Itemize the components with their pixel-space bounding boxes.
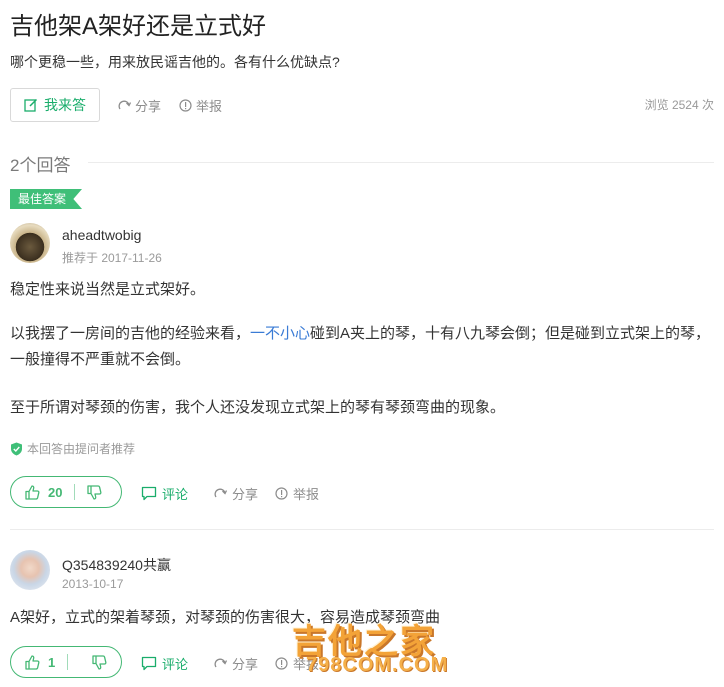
answer-count: 2个回答 bbox=[10, 156, 71, 175]
comment-button[interactable]: 评论 bbox=[141, 484, 188, 503]
upvote-count: 20 bbox=[48, 484, 63, 500]
comment-label: 评论 bbox=[162, 657, 189, 672]
answer-button-label: 我来答 bbox=[44, 97, 86, 113]
watermark-url: 798COM.COM bbox=[306, 654, 449, 676]
answer-username[interactable]: Q354839240共赢 bbox=[62, 555, 171, 575]
share-label: 分享 bbox=[135, 99, 162, 114]
share-label: 分享 bbox=[232, 657, 259, 672]
avatar[interactable] bbox=[10, 223, 50, 263]
recommend-note: 本回答由提问者推荐 bbox=[10, 440, 135, 457]
thumbs-down-icon bbox=[87, 484, 102, 500]
report-icon bbox=[179, 99, 192, 112]
answer-paragraph: 至于所谓对琴颈的伤害，我个人还没发现立式架上的琴有琴颈弯曲的现象。 bbox=[10, 399, 506, 416]
report-icon bbox=[275, 657, 288, 670]
comment-icon bbox=[141, 656, 157, 671]
recommend-text: 本回答由提问者推荐 bbox=[27, 442, 136, 456]
report-link[interactable]: 举报 bbox=[179, 96, 222, 115]
share-icon bbox=[118, 99, 131, 112]
answer-divider bbox=[10, 529, 714, 530]
thumbs-up-icon bbox=[25, 484, 40, 500]
report-icon bbox=[275, 487, 288, 500]
share-button[interactable]: 分享 bbox=[214, 654, 258, 673]
comment-icon bbox=[141, 486, 157, 501]
vote-group: 1 bbox=[10, 646, 122, 678]
comment-button[interactable]: 评论 bbox=[141, 654, 188, 673]
answer-date: 2013-10-17 bbox=[62, 577, 124, 591]
vote-separator bbox=[67, 654, 69, 670]
edit-icon bbox=[24, 98, 38, 112]
share-icon bbox=[214, 487, 227, 500]
answer-paragraph: 稳定性来说当然是立式架好。 bbox=[10, 281, 206, 298]
upvote-button[interactable]: 20 bbox=[11, 477, 74, 507]
vote-separator bbox=[74, 484, 76, 500]
answer-link[interactable]: 一不小心 bbox=[250, 325, 310, 342]
question-title: 吉他架A架好还是立式好 bbox=[10, 13, 267, 40]
share-link[interactable]: 分享 bbox=[118, 96, 161, 115]
answer-date: 推荐于 2017-11-26 bbox=[62, 251, 162, 265]
share-button[interactable]: 分享 bbox=[214, 484, 258, 503]
report-label: 举报 bbox=[196, 99, 223, 114]
answer-username[interactable]: aheadtwobig bbox=[62, 227, 141, 243]
report-button[interactable]: 举报 bbox=[275, 484, 319, 503]
thumbs-up-icon bbox=[25, 654, 40, 670]
shield-check-icon bbox=[10, 442, 23, 456]
vote-group: 20 bbox=[10, 476, 122, 508]
divider bbox=[88, 162, 714, 163]
thumbs-down-icon bbox=[92, 654, 107, 670]
avatar[interactable] bbox=[10, 550, 50, 590]
upvote-button[interactable]: 1 bbox=[11, 647, 67, 677]
share-label: 分享 bbox=[232, 487, 259, 502]
question-description: 哪个更稳一些，用来放民谣吉他的。各有什么优缺点? bbox=[10, 54, 340, 70]
view-count: 浏览 2524 次 bbox=[644, 98, 714, 112]
share-icon bbox=[214, 657, 227, 670]
answer-paragraph: 以我摆了一房间的吉他的经验来看，一不小心碰到A夹上的琴，十有八九琴会倒；但是碰到… bbox=[10, 325, 711, 368]
downvote-button[interactable] bbox=[75, 477, 116, 507]
answer-button[interactable]: 我来答 bbox=[10, 88, 100, 122]
comment-label: 评论 bbox=[162, 487, 189, 502]
best-answer-badge: 最佳答案 bbox=[10, 189, 83, 209]
upvote-count: 1 bbox=[48, 654, 56, 670]
downvote-button[interactable] bbox=[80, 647, 121, 677]
report-label: 举报 bbox=[293, 487, 320, 502]
